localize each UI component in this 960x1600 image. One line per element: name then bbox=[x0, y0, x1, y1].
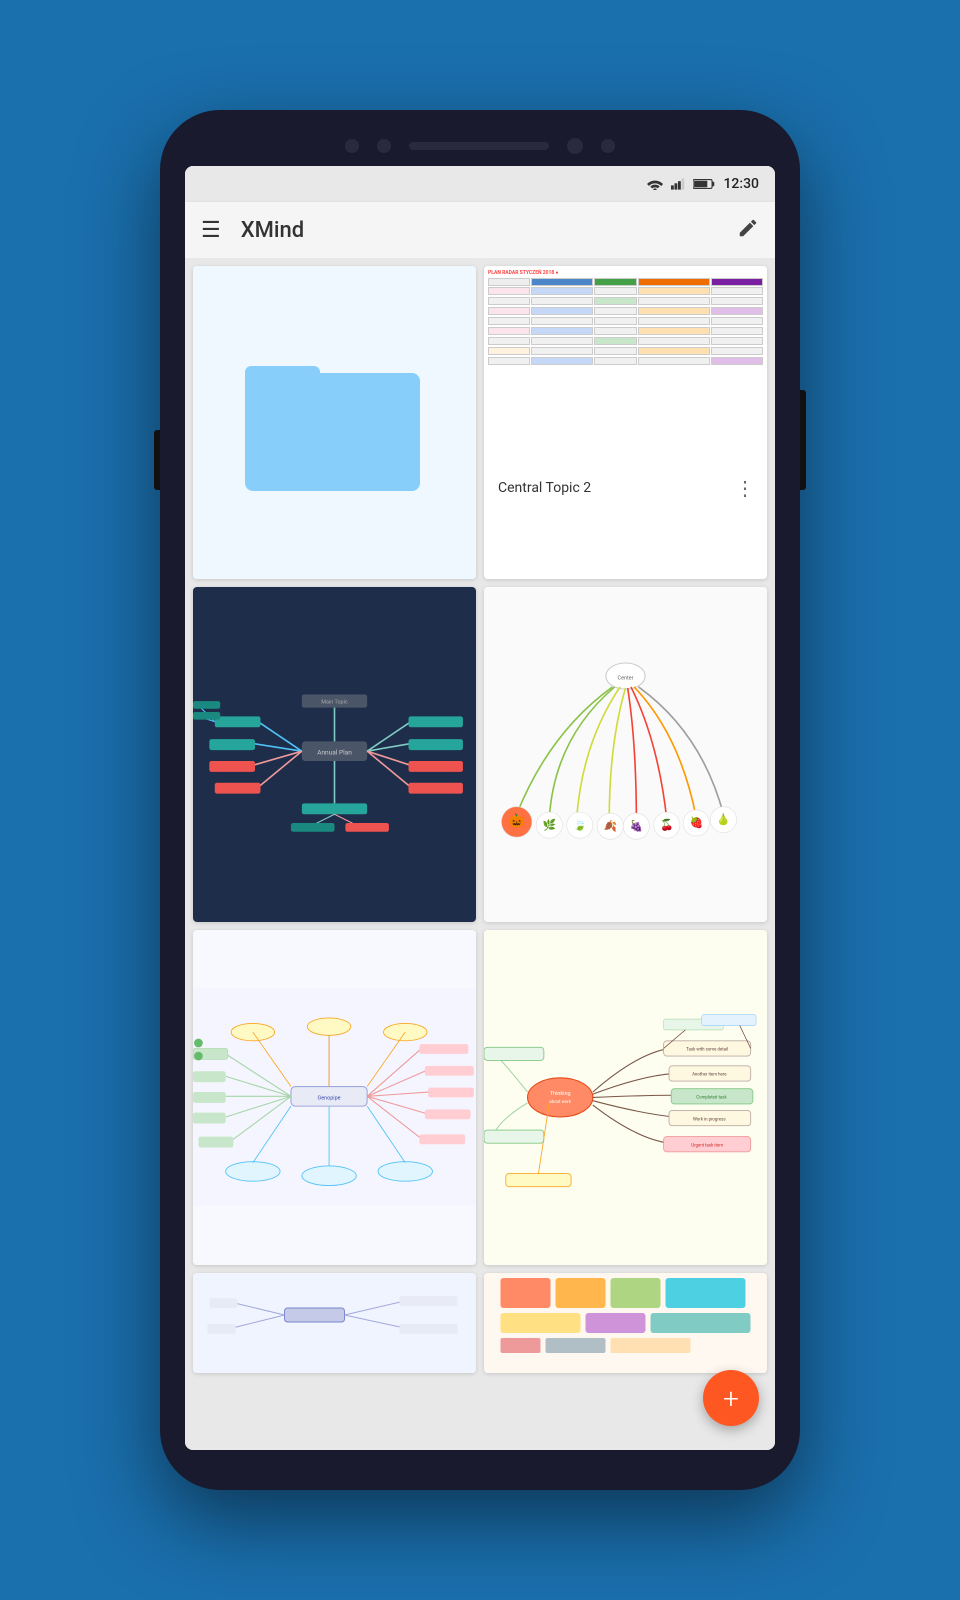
status-bar: 12:30 bbox=[185, 166, 775, 202]
fab-add-button[interactable]: + bbox=[703, 1370, 759, 1426]
svg-text:Another item here: Another item here bbox=[692, 1073, 727, 1078]
card-fruit[interactable]: Center 🎃 🌿 bbox=[484, 587, 767, 922]
svg-text:about work: about work bbox=[549, 1100, 571, 1105]
app-bar: ☰ XMind bbox=[185, 202, 775, 258]
bottom-right-thumbnail bbox=[484, 1273, 767, 1373]
battery-icon bbox=[693, 178, 715, 190]
camera-dot-right bbox=[601, 139, 615, 153]
speaker-bar bbox=[409, 142, 549, 150]
fruit-thumbnail: Center 🎃 🌿 bbox=[484, 587, 767, 922]
phone-top bbox=[160, 130, 800, 166]
svg-text:🍓: 🍓 bbox=[689, 816, 703, 829]
central-topic-thumbnail: PLAN RADAR STYCZEŃ 2018 ● bbox=[484, 266, 767, 466]
edit-icon[interactable] bbox=[737, 217, 759, 244]
power-button bbox=[800, 390, 806, 490]
status-time: 12:30 bbox=[723, 176, 759, 192]
svg-text:🍐: 🍐 bbox=[717, 813, 731, 826]
svg-text:Completed task: Completed task bbox=[696, 1096, 727, 1101]
svg-text:🎃: 🎃 bbox=[509, 813, 525, 829]
card-annual-plan[interactable]: Annual Plan bbox=[193, 587, 476, 922]
svg-text:Center: Center bbox=[618, 675, 634, 681]
svg-text:🍒: 🍒 bbox=[660, 819, 674, 832]
svg-text:Task with some detail: Task with some detail bbox=[686, 1048, 728, 1053]
card-title-central-topic: Central Topic 2 bbox=[498, 480, 591, 496]
wifi-icon bbox=[647, 178, 663, 190]
svg-text:Annual Plan: Annual Plan bbox=[317, 749, 352, 757]
card-footer-central-topic: Central Topic 2 ⋮ bbox=[484, 466, 767, 510]
genopipe-thumbnail: Genopipe bbox=[193, 930, 476, 1265]
cards-grid: Folder 1 ⋮ PLAN RADAR STYCZEŃ 2018 ● bbox=[185, 258, 775, 1450]
card-bottom-left[interactable] bbox=[193, 1273, 476, 1373]
card-bottom-right[interactable] bbox=[484, 1273, 767, 1373]
svg-text:Genopipe: Genopipe bbox=[318, 1096, 341, 1102]
card-central-topic[interactable]: PLAN RADAR STYCZEŃ 2018 ● bbox=[484, 266, 767, 579]
svg-text:🍇: 🍇 bbox=[630, 820, 644, 833]
camera-dot-left bbox=[345, 139, 359, 153]
app-title: XMind bbox=[241, 218, 737, 243]
thinking-thumbnail: Thinking about work Task with some detai… bbox=[484, 930, 767, 1265]
phone-screen: 12:30 ☰ XMind Folder 1 bbox=[185, 166, 775, 1450]
card-folder1[interactable]: Folder 1 ⋮ bbox=[193, 266, 476, 579]
svg-text:Urgent task item: Urgent task item bbox=[691, 1143, 723, 1148]
card-thinking[interactable]: Thinking about work Task with some detai… bbox=[484, 930, 767, 1265]
menu-icon[interactable]: ☰ bbox=[201, 218, 221, 243]
camera-dot-center bbox=[377, 139, 391, 153]
svg-text:🌿: 🌿 bbox=[543, 819, 557, 832]
svg-text:🍂: 🍂 bbox=[603, 820, 617, 833]
signal-icon bbox=[671, 178, 685, 190]
front-camera bbox=[567, 138, 583, 154]
phone-frame: 12:30 ☰ XMind Folder 1 bbox=[160, 110, 800, 1490]
folder-thumbnail bbox=[193, 266, 476, 579]
svg-text:Work in progress: Work in progress bbox=[693, 1117, 726, 1122]
more-menu-central-topic[interactable]: ⋮ bbox=[735, 478, 755, 498]
svg-text:Main Topic: Main Topic bbox=[321, 699, 348, 705]
bottom-left-thumbnail bbox=[193, 1273, 476, 1373]
svg-text:🍃: 🍃 bbox=[573, 818, 587, 832]
card-genopipe[interactable]: Genopipe bbox=[193, 930, 476, 1265]
svg-text:Thinking: Thinking bbox=[550, 1091, 571, 1097]
annual-plan-thumbnail: Annual Plan bbox=[193, 587, 476, 922]
volume-button bbox=[154, 430, 160, 490]
